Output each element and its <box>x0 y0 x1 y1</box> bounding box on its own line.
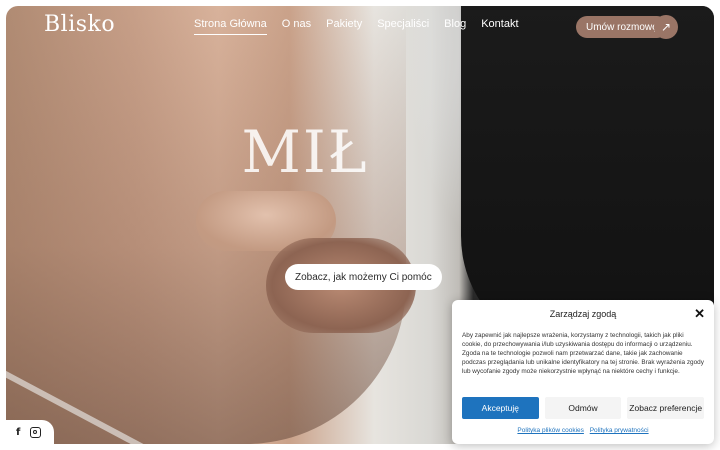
facebook-icon[interactable]: f <box>16 427 20 438</box>
view-preferences-button[interactable]: Zobacz preferencje <box>627 397 705 419</box>
nav-item-packages[interactable]: Pakiety <box>326 18 362 35</box>
nav-item-blog[interactable]: Blog <box>444 18 466 35</box>
instagram-icon[interactable] <box>30 426 42 438</box>
close-icon[interactable]: ✕ <box>694 306 705 322</box>
deny-button[interactable]: Odmów <box>544 397 622 419</box>
main-nav: Strona Główna O nas Pakiety Specjaliści … <box>194 18 519 35</box>
see-how-we-help-button[interactable]: Zobacz, jak możemy Ci pomóc <box>285 264 442 290</box>
privacy-policy-link[interactable]: Polityka prywatności <box>590 427 649 434</box>
accept-button[interactable]: Akceptuję <box>462 397 539 419</box>
consent-buttons: Akceptuję Odmów Zobacz preferencje <box>462 397 705 419</box>
site-logo[interactable]: Blisko <box>44 12 115 37</box>
cookie-policy-link[interactable]: Polityka plików cookies <box>517 427 583 434</box>
arrow-up-right-icon[interactable]: ↗ <box>654 15 678 39</box>
social-links: f <box>6 420 54 444</box>
nav-item-about[interactable]: O nas <box>282 18 311 35</box>
nav-item-contact[interactable]: Kontakt <box>481 18 518 35</box>
hero-watermark: MIŁ <box>241 118 369 186</box>
consent-body: Aby zapewnić jak najlepsze wrażenia, kor… <box>462 332 704 375</box>
consent-dialog: Zarządzaj zgodą ✕ Aby zapewnić jak najle… <box>452 300 714 444</box>
nav-item-home[interactable]: Strona Główna <box>194 18 267 35</box>
consent-links: Polityka plików cookies Polityka prywatn… <box>452 427 714 434</box>
consent-title: Zarządzaj zgodą <box>549 309 617 319</box>
nav-item-specialists[interactable]: Specjaliści <box>377 18 429 35</box>
